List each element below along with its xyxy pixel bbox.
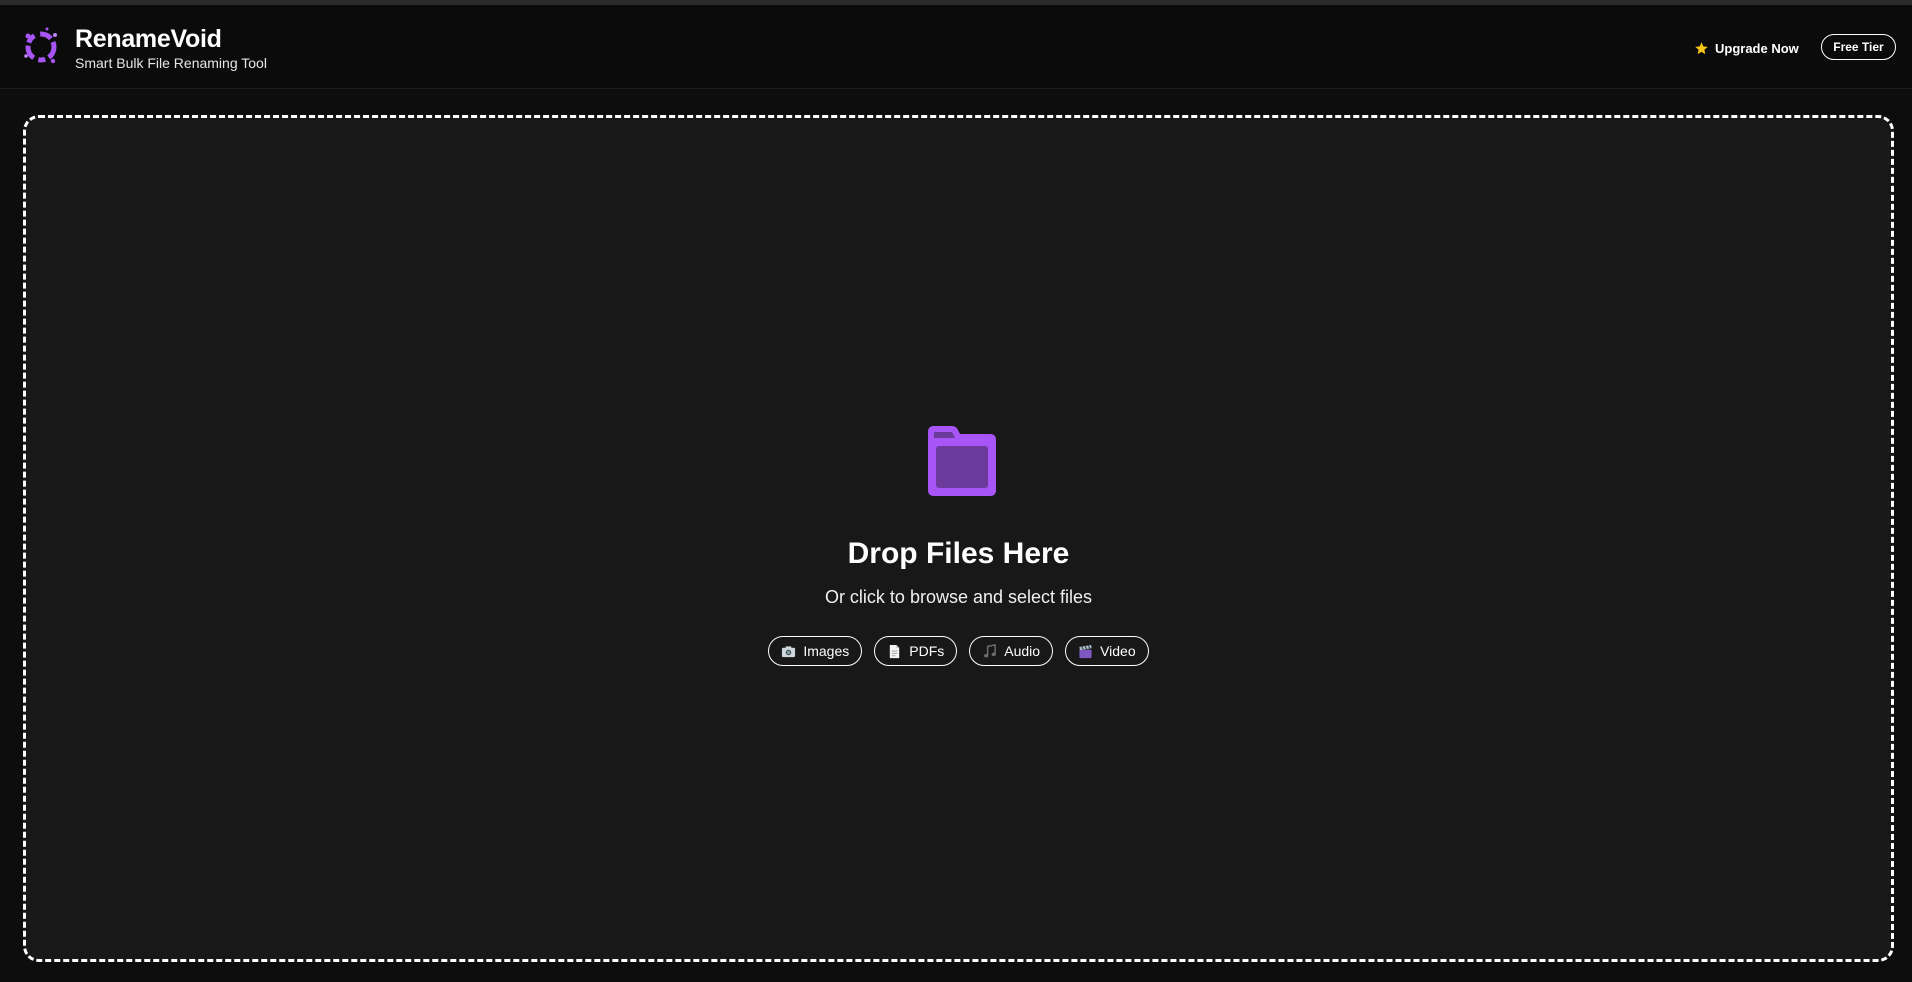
file-type-chips: Images PDFs Audio Video	[26, 636, 1891, 666]
camera-icon	[782, 645, 796, 657]
app-subtitle: Smart Bulk File Renaming Tool	[75, 55, 267, 71]
music-note-icon	[984, 643, 997, 657]
chip-pdfs[interactable]: PDFs	[874, 636, 958, 666]
star-icon	[1695, 41, 1708, 54]
document-icon	[890, 644, 900, 658]
app-header: RenameVoid Smart Bulk File Renaming Tool…	[0, 5, 1912, 89]
folder-icon	[928, 426, 996, 496]
file-drop-zone[interactable]: Drop Files Here Or click to browse and s…	[23, 115, 1894, 962]
chip-audio-label: Audio	[1004, 643, 1041, 659]
chip-images-label: Images	[803, 643, 850, 659]
chip-audio[interactable]: Audio	[969, 636, 1054, 666]
app-title: RenameVoid	[75, 25, 222, 53]
drop-subtitle: Or click to browse and select files	[824, 587, 1093, 607]
drop-title: Drop Files Here	[847, 537, 1070, 570]
app-logo-icon	[24, 27, 57, 64]
upgrade-now-button[interactable]: Upgrade Now	[1694, 37, 1799, 59]
clapperboard-icon	[1079, 644, 1092, 658]
chip-video-label: Video	[1100, 643, 1136, 659]
chip-images[interactable]: Images	[768, 636, 863, 666]
free-tier-badge: Free Tier	[1821, 34, 1896, 60]
upgrade-now-label: Upgrade Now	[1715, 40, 1799, 56]
chip-pdfs-label: PDFs	[909, 643, 945, 659]
chip-video[interactable]: Video	[1065, 636, 1149, 666]
